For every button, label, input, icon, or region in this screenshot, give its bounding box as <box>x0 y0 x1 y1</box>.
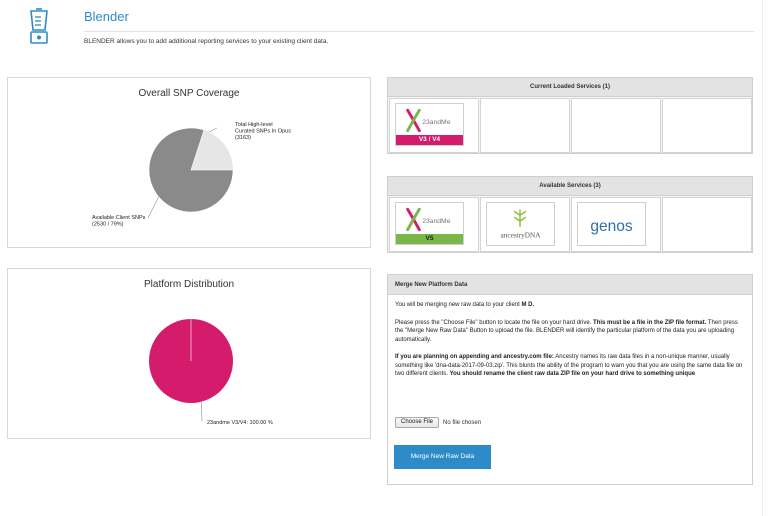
service-tile-23andme-v3v4[interactable]: 23andMe V3 / V4 <box>395 103 464 146</box>
blender-logo-icon <box>30 8 48 44</box>
snp-coverage-panel: Overall SNP Coverage Total High-level Cur… <box>7 77 371 248</box>
current-service-cell: 23andMe V3 / V4 <box>389 98 479 153</box>
service-tile-23andme-v5[interactable]: 23andMe V5 <box>395 202 464 245</box>
available-service-cell: genos <box>571 197 661 252</box>
empty-service-cell <box>662 197 752 252</box>
choose-file-button[interactable]: Choose File <box>395 417 440 428</box>
merge-panel-header: Merge New Platform Data <box>388 275 752 295</box>
empty-service-cell <box>571 98 661 153</box>
client-name: M D. <box>521 302 535 308</box>
pie-label-leader <box>208 127 217 133</box>
available-service-cell: ancestryDNA <box>480 197 570 252</box>
pie-label-available-snps: (2530 / 79%) <box>92 222 124 228</box>
pie-label-curated-snps: Curated SNPs In Opus <box>235 129 291 135</box>
empty-service-cell <box>662 98 752 153</box>
ancestry-warning: If you are planning on appending and anc… <box>395 354 743 377</box>
page-header: Blender BLENDER allows you to add additi… <box>0 0 768 50</box>
pie-label-curated-snps: (3163) <box>235 135 251 141</box>
merge-file-instructions: Please press the "Choose File" button to… <box>395 319 738 343</box>
pie-label-available-snps: Available Client SNPs <box>92 215 146 221</box>
merge-intro: You will be merging new raw data to your… <box>395 302 535 308</box>
tile-logo-text: 23andMe <box>422 119 451 126</box>
ancestry-leaf-icon: ancestryDNA <box>501 209 542 240</box>
tile-logo-text: genos <box>590 218 633 235</box>
tile-logo-text: ancestryDNA <box>501 232 542 240</box>
file-status-text: No file chosen <box>443 419 482 426</box>
service-tile-genos[interactable]: genos <box>577 202 646 246</box>
empty-service-cell <box>480 98 570 153</box>
merge-instructions: You will be merging new raw data to your… <box>395 301 747 388</box>
pie-label-23andme-v3v4: 23andme V3/V4: 100.00 % <box>207 420 273 426</box>
available-services-header: Available Services (3) <box>388 177 752 196</box>
merge-raw-data-button[interactable]: Merge New Raw Data <box>394 445 491 469</box>
pie-label-curated-snps: Total High-level <box>235 122 273 128</box>
twentythreeandme-logo-icon: 23andMe <box>406 207 451 232</box>
pie-label-leader <box>147 196 159 219</box>
platform-distribution-panel: Platform Distribution 23andme V3/V4: 100… <box>7 268 371 439</box>
platform-distribution-pie-chart: 23andme V3/V4: 100.00 % <box>149 319 273 426</box>
merge-platform-panel: Merge New Platform Data You will be merg… <box>387 274 753 485</box>
page-edge-divider <box>762 0 763 516</box>
header-divider <box>84 31 754 32</box>
service-version-badge: V5 <box>396 234 463 244</box>
available-service-cell: 23andMe V5 <box>389 197 479 252</box>
current-services-header: Current Loaded Services (1) <box>388 78 752 97</box>
twentythreeandme-logo-icon: 23andMe <box>406 108 451 133</box>
page-description: BLENDER allows you to add additional rep… <box>84 38 329 45</box>
pie-label-leader <box>201 401 203 422</box>
genos-logo-icon: genos <box>590 218 633 235</box>
available-services-panel: Available Services (3) 23andMe V5 ancest… <box>387 176 753 253</box>
tile-logo-text: 23andMe <box>422 218 451 225</box>
service-tile-ancestry[interactable]: ancestryDNA <box>486 202 555 246</box>
service-version-badge: V3 / V4 <box>396 135 463 145</box>
current-services-panel: Current Loaded Services (1) 23andMe V3 /… <box>387 77 753 154</box>
snp-coverage-pie-chart: Total High-levelCurated SNPs In Opus(316… <box>92 122 291 228</box>
file-input-row: Choose File No file chosen <box>395 417 481 428</box>
page-title: Blender <box>84 9 129 24</box>
